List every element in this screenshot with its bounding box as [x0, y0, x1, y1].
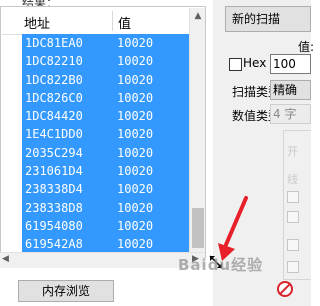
- result-value: 10020: [117, 90, 154, 105]
- result-address: 2035C294: [25, 145, 83, 160]
- result-row[interactable]: 1E4C1DD0 10020: [22, 125, 189, 143]
- result-address: 1E4C1DD0: [25, 127, 83, 142]
- value-label: 值:: [298, 40, 315, 54]
- result-address: 238338D8: [25, 200, 83, 215]
- result-value: 10020: [117, 54, 154, 69]
- scan-options-group: 开 线: [283, 130, 311, 280]
- stop-icon[interactable]: [277, 281, 293, 297]
- result-address: 1DC81EA0: [25, 36, 83, 50]
- result-row[interactable]: 1DC82210 10020: [22, 52, 189, 70]
- result-value: 10020: [117, 145, 154, 160]
- option-checkbox[interactable]: [287, 191, 299, 203]
- result-row[interactable]: 1DC822B0 10020: [22, 71, 189, 89]
- result-address: 619542A8: [25, 237, 83, 252]
- result-address: 1DC82210: [25, 54, 83, 69]
- scan-type-select[interactable]: 精确: [270, 80, 311, 100]
- column-divider[interactable]: [112, 11, 113, 31]
- group-text-fragment: 开: [287, 145, 298, 158]
- result-value: 10020: [117, 218, 154, 233]
- vertical-scrollbar[interactable]: ▲: [189, 8, 205, 256]
- result-value: 10020: [117, 237, 154, 252]
- result-row[interactable]: 61954080 10020: [22, 217, 189, 235]
- scrollbar-thumb[interactable]: [192, 208, 204, 248]
- option-checkbox[interactable]: [287, 261, 299, 273]
- result-value: 10020: [117, 36, 154, 50]
- result-address: 238338D4: [25, 182, 83, 197]
- result-row[interactable]: 1DC81EA0 10020: [22, 34, 189, 52]
- column-header-address[interactable]: 地址: [24, 13, 50, 32]
- result-address: 61954080: [25, 218, 83, 233]
- watermark: Baidu经验: [178, 256, 264, 274]
- result-row[interactable]: 619542A8 10020: [22, 235, 189, 253]
- group-text-fragment: 线: [287, 173, 298, 186]
- result-value: 10020: [117, 164, 154, 179]
- scroll-up-icon[interactable]: ▲: [190, 8, 205, 24]
- result-value: 10020: [117, 109, 154, 124]
- column-header-value[interactable]: 值: [118, 13, 131, 32]
- result-row[interactable]: 1DC826C0 10020: [22, 89, 189, 107]
- results-list[interactable]: 地址 值 1DC81EA0 10020 1DC82210 10020 1DC822B0 1…: [0, 6, 206, 258]
- value-type-select[interactable]: 4 字: [270, 104, 311, 124]
- result-row[interactable]: 2035C294 10020: [22, 144, 189, 162]
- option-checkbox[interactable]: [287, 239, 299, 251]
- result-address: 1DC822B0: [25, 72, 83, 87]
- results-header: 地址 值: [2, 8, 189, 35]
- result-value: 10020: [117, 72, 154, 87]
- result-row[interactable]: 238338D8 10020: [22, 199, 189, 217]
- hex-checkbox[interactable]: [229, 58, 242, 71]
- result-value: 10020: [117, 182, 154, 197]
- result-address: 231061D4: [25, 164, 83, 179]
- horizontal-scrollbar[interactable]: ◀ ▶: [0, 252, 204, 268]
- scroll-left-icon[interactable]: ◀: [2, 254, 9, 264]
- result-value: 10020: [117, 200, 154, 215]
- result-row[interactable]: 1DC84420 10020: [22, 107, 189, 125]
- result-row[interactable]: 238338D4 10020: [22, 180, 189, 198]
- result-address: 1DC84420: [25, 109, 83, 124]
- result-row[interactable]: 231061D4 10020: [22, 162, 189, 180]
- result-value: 10020: [117, 127, 154, 142]
- hex-label: Hex: [243, 56, 267, 70]
- results-rows: 1DC81EA0 10020 1DC82210 10020 1DC822B0 10020 1…: [22, 34, 189, 257]
- new-scan-button[interactable]: 新的扫描: [225, 6, 311, 32]
- result-address: 1DC826C0: [25, 90, 83, 105]
- memory-view-button[interactable]: 内存浏览: [18, 280, 114, 302]
- option-checkbox[interactable]: [287, 211, 299, 223]
- value-input[interactable]: 100: [270, 54, 311, 74]
